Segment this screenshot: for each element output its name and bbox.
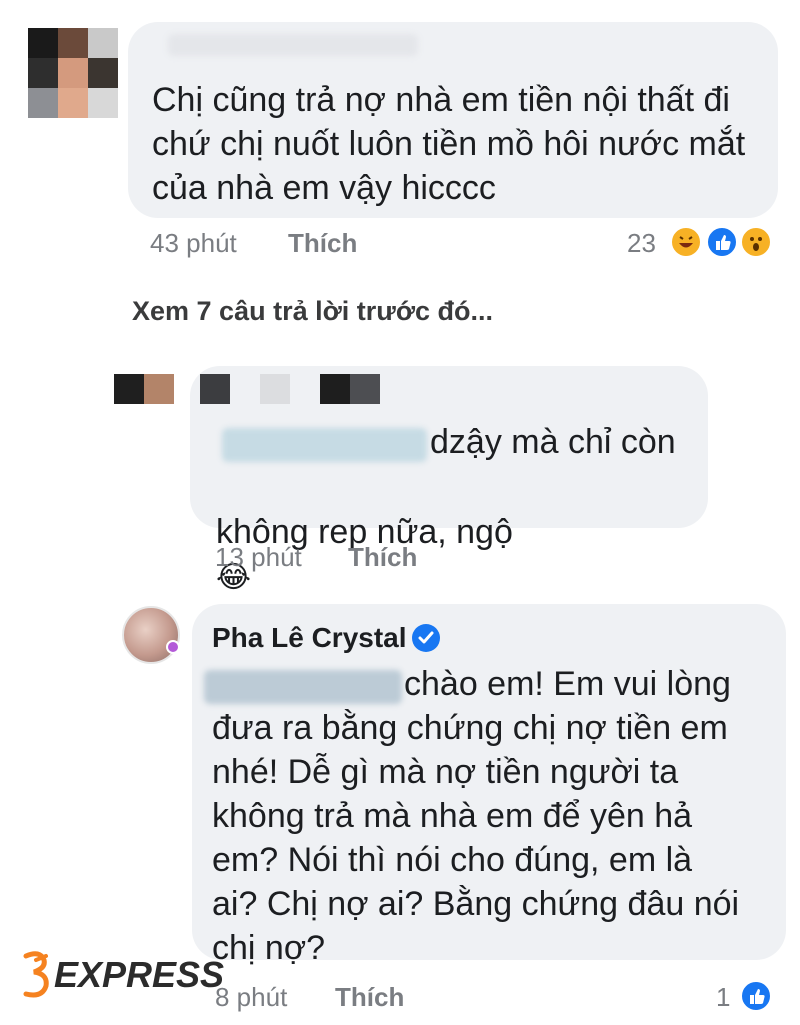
- redacted-mention-blur: [204, 670, 402, 704]
- comment-time[interactable]: 43 phút: [150, 228, 237, 259]
- like-icon[interactable]: [740, 980, 772, 1012]
- avatar-pixelated[interactable]: [28, 28, 118, 118]
- redacted-name-blur: [168, 34, 418, 56]
- haha-icon[interactable]: [670, 226, 702, 258]
- reply-text: đưa ra bằng chứng chị nợ tiền em nhé! Dễ…: [212, 709, 740, 967]
- reply-text-line1: chào em! Em vui lòng: [404, 665, 731, 703]
- avatar-pixelated[interactable]: [114, 374, 174, 404]
- like-icon[interactable]: [706, 226, 738, 258]
- watermark-text: EXPRESS: [54, 954, 225, 995]
- like-button[interactable]: Thích: [288, 228, 357, 259]
- reply-time[interactable]: 8 phút: [215, 982, 287, 1013]
- like-button[interactable]: Thích: [348, 542, 417, 573]
- reaction-count[interactable]: 23: [627, 228, 656, 259]
- like-button[interactable]: Thích: [335, 982, 404, 1013]
- redacted-name-pixelated: [200, 374, 380, 404]
- view-previous-replies-link[interactable]: Xem 7 câu trả lời trước đó...: [132, 296, 493, 327]
- reaction-count[interactable]: 1: [716, 982, 730, 1013]
- redacted-mention-blur: [222, 428, 427, 462]
- author-avatar[interactable]: [122, 606, 180, 664]
- author-name[interactable]: Pha Lê Crystal: [212, 622, 407, 654]
- online-indicator: [166, 640, 180, 654]
- reply-text-line2: không rep nữa, ngộ 😂: [216, 466, 513, 600]
- watermark-logo: EXPRESS: [20, 946, 224, 1006]
- reply-text-line1: dzậy mà chỉ còn: [430, 423, 676, 461]
- reply-time[interactable]: 13 phút: [215, 542, 302, 573]
- wow-icon[interactable]: [740, 226, 772, 258]
- verified-badge-icon: [412, 624, 440, 652]
- watermark-35-mark: [22, 950, 56, 1000]
- comment-text: Chị cũng trả nợ nhà em tiền nội thất đi …: [152, 81, 746, 207]
